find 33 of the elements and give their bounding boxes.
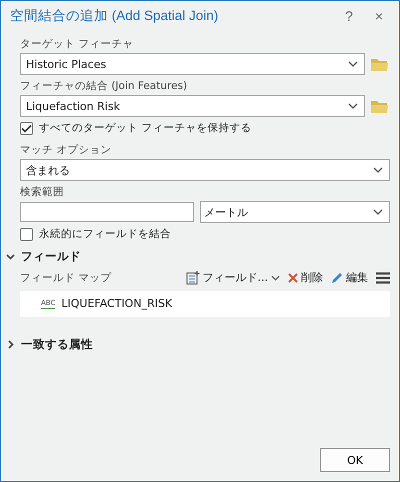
- checkbox-label: すべてのターゲット フィーチャを保持する: [39, 121, 252, 135]
- checkbox[interactable]: [20, 122, 33, 134]
- chevron-icon: [373, 209, 383, 215]
- edit-button[interactable]: 編集: [331, 270, 368, 285]
- dropdown[interactable]: Liquefaction Risk: [20, 95, 365, 117]
- help-button[interactable]: ?: [337, 8, 361, 24]
- checkbox[interactable]: [20, 228, 33, 240]
- close-icon: [288, 272, 298, 282]
- field-name[interactable]: LIQUEFACTION_RISK: [61, 297, 172, 310]
- window-title: 空間結合の追加 (Add Spatial Join): [10, 7, 220, 25]
- field-map-label: フィールド マップ: [20, 270, 112, 284]
- chevron-icon: [348, 103, 358, 109]
- dropdown[interactable]: Historic Places: [20, 53, 365, 75]
- parameter-label: マッチ オプション: [20, 143, 112, 157]
- distance-field[interactable]: [20, 202, 194, 222]
- section-header[interactable]: フィールド: [6, 249, 390, 264]
- unit-dropdown[interactable]: メートル: [200, 201, 390, 223]
- parameter-label: ターゲット フィーチャ: [20, 37, 134, 51]
- checkbox-label: 永続的にフィールドを結合: [39, 227, 171, 241]
- dropdown[interactable]: 含まれる: [20, 159, 390, 181]
- parameter-label: 検索範囲: [20, 185, 65, 199]
- section-header[interactable]: 一致する属性: [6, 337, 390, 352]
- ok-button[interactable]: OK: [320, 448, 390, 472]
- chevron-icon: [271, 274, 280, 280]
- parameter-label: フィーチャの結合 (Join Features): [20, 79, 188, 93]
- menu-icon[interactable]: [376, 272, 390, 284]
- chevron-icon: [348, 61, 358, 67]
- pencil-icon: [331, 272, 343, 284]
- list-add-icon: [186, 270, 200, 284]
- close-button[interactable]: ×: [367, 8, 391, 24]
- chevron-icon: [373, 167, 383, 173]
- delete-button[interactable]: 削除: [288, 270, 323, 285]
- add-field-button[interactable]: フィールド...: [186, 270, 280, 285]
